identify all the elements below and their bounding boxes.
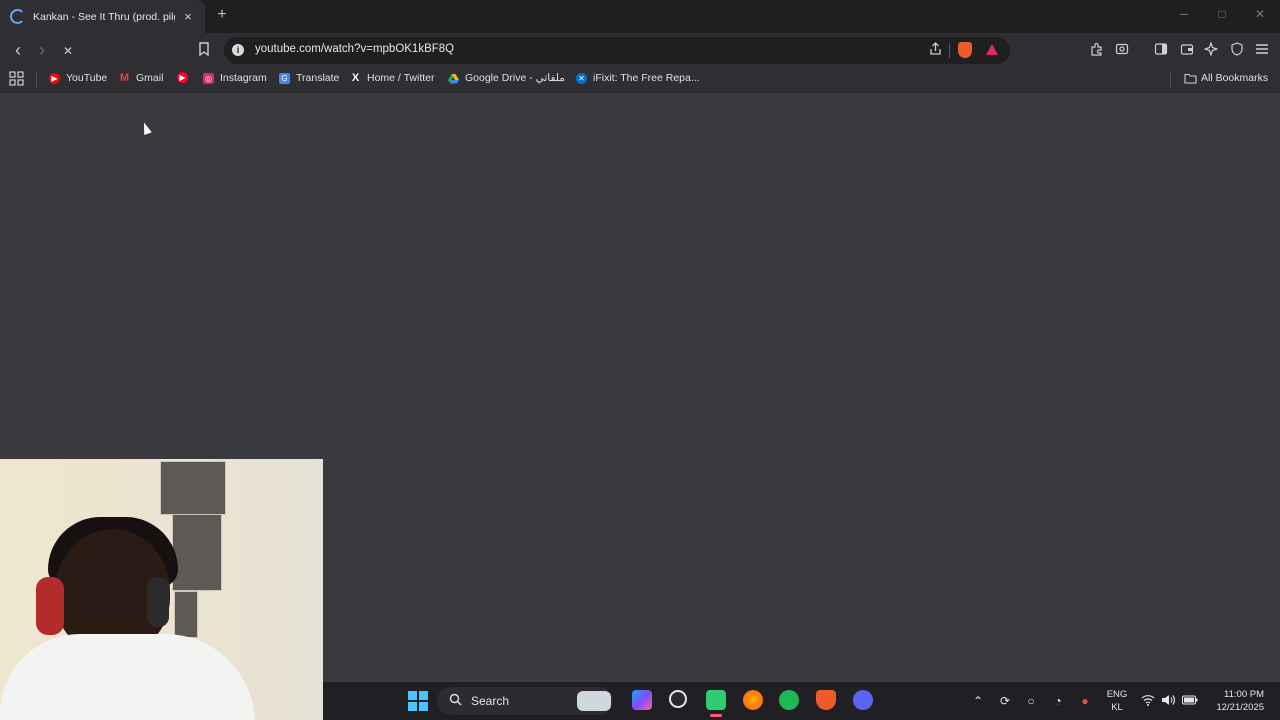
bookmark-label: Instagram (220, 72, 267, 84)
maximize-button[interactable]: □ (1212, 7, 1232, 21)
new-tab-button[interactable]: + (214, 6, 230, 24)
apps-grid-icon[interactable] (9, 71, 24, 86)
search-icon (449, 693, 462, 709)
bookmark-label: YouTube (66, 72, 108, 84)
screenshot-icon[interactable] (1113, 42, 1131, 60)
microphone-icon[interactable]: ● (1077, 694, 1093, 708)
bookmark-twitter[interactable]: X Home / Twitter (350, 72, 435, 84)
windows-start-icon[interactable] (408, 691, 428, 711)
extensions-icon[interactable] (1088, 42, 1106, 60)
bookmark-label: iFixit: The Free Repa... (593, 72, 700, 84)
tab-active[interactable]: Kankan - See It Thru (prod. pilgri × (0, 0, 205, 33)
active-app-icon[interactable] (706, 690, 726, 710)
vpn-icon[interactable] (1228, 42, 1246, 60)
window-close-button[interactable]: ✕ (1250, 7, 1270, 21)
tab-title: Kankan - See It Thru (prod. pilgri (33, 10, 175, 23)
bookmark-icon[interactable] (195, 42, 213, 60)
discord-icon[interactable] (853, 690, 873, 710)
bookmark-youtube-music[interactable]: ▶ (177, 72, 194, 83)
sync-icon[interactable]: ⟳ (997, 694, 1013, 708)
stop-loading-button[interactable]: ✕ (59, 42, 77, 60)
minimize-button[interactable]: ─ (1174, 7, 1194, 21)
wifi-icon[interactable] (1140, 694, 1156, 709)
bookmark-label: Translate (296, 72, 340, 84)
brave-icon[interactable] (816, 690, 836, 710)
clock-time: 11:00 PM (1224, 689, 1264, 700)
omnibox-divider (949, 43, 950, 58)
back-button[interactable]: ‹ (9, 41, 27, 60)
obs-icon[interactable] (669, 690, 687, 708)
clock-date: 12/21/2025 (1216, 702, 1264, 713)
share-icon[interactable] (926, 42, 944, 58)
brave-shields-icon[interactable] (958, 42, 972, 58)
all-bookmarks-label: All Bookmarks (1201, 72, 1269, 84)
active-indicator (710, 714, 722, 717)
steam-icon[interactable]: ◔ (1050, 694, 1066, 708)
brave-rewards-icon[interactable] (986, 44, 998, 55)
url-text[interactable]: youtube.com/watch?v=mpbOK1kBF8Q (255, 43, 454, 55)
google-drive-icon (448, 73, 459, 84)
system-clock[interactable]: 11:00 PM 12/21/2025 (1206, 688, 1264, 714)
x-icon: X (351, 71, 360, 84)
gmail-icon: M (119, 71, 130, 84)
youtube-icon: ▶ (49, 72, 60, 84)
wall-photo (172, 514, 222, 591)
youtube-music-icon: ▶ (177, 72, 188, 83)
all-bookmarks-button[interactable]: All Bookmarks (1184, 72, 1268, 84)
bookmark-youtube[interactable]: ▶ YouTube (49, 72, 107, 84)
translate-icon: G (279, 72, 290, 84)
wall-photo (174, 591, 198, 638)
tray-app-icon[interactable]: ○ (1023, 694, 1039, 708)
bookmarks-divider (36, 73, 37, 87)
site-info-icon[interactable]: i (232, 44, 244, 56)
bookmark-google-drive[interactable]: Google Drive - ملفاتي (448, 72, 565, 84)
tab-strip: Kankan - See It Thru (prod. pilgri × + ─… (0, 0, 1280, 33)
keyboard-layout: KL (1111, 702, 1123, 713)
bookmark-ifixit[interactable]: ✕ iFixit: The Free Repa... (576, 72, 700, 84)
language-indicator[interactable]: ENG KL (1103, 688, 1131, 714)
sidebar-icon[interactable] (1152, 42, 1170, 60)
person-shirt (0, 634, 255, 720)
wall-photo (160, 461, 226, 515)
spotify-icon[interactable] (779, 690, 799, 710)
address-bar[interactable]: i youtube.com/watch?v=mpbOK1kBF8Q (224, 37, 1010, 64)
firefox-icon[interactable] (743, 690, 763, 710)
headset-earcup (147, 577, 169, 627)
search-label: Search (471, 694, 510, 708)
bookmark-gmail[interactable]: M Gmail (119, 72, 163, 84)
search-highlight-image (577, 691, 611, 711)
menu-icon[interactable] (1253, 42, 1271, 60)
browser-toolbar: ‹ › ✕ i youtube.com/watch?v=mpbOK1kBF8Q (0, 33, 1280, 68)
wallet-icon[interactable] (1178, 42, 1196, 60)
volume-icon[interactable] (1160, 694, 1176, 709)
copilot-icon[interactable] (632, 690, 652, 710)
bookmarks-bar: ▶ YouTube M Gmail ▶ ◎ Instagram G Transl… (0, 68, 1280, 93)
tray-overflow-icon[interactable]: ⌃ (970, 694, 986, 708)
forward-button[interactable]: › (33, 41, 51, 60)
loading-spinner-icon (10, 9, 25, 24)
battery-icon[interactable] (1182, 694, 1198, 708)
language-code: ENG (1106, 689, 1128, 700)
bookmarks-divider (1170, 73, 1171, 87)
bookmark-label: Home / Twitter (367, 72, 435, 84)
folder-icon (1184, 73, 1197, 84)
tab-close-icon[interactable]: × (181, 9, 195, 24)
bookmark-instagram[interactable]: ◎ Instagram (203, 72, 267, 84)
instagram-icon: ◎ (203, 72, 214, 84)
taskbar-search[interactable]: Search (437, 687, 613, 715)
bookmark-label: Google Drive - ملفاتي (465, 72, 565, 84)
webcam-overlay (0, 459, 323, 720)
ifixit-icon: ✕ (576, 72, 587, 84)
leo-ai-icon[interactable] (1202, 41, 1220, 60)
bookmark-translate[interactable]: G Translate (279, 72, 339, 84)
headset-icon (36, 577, 64, 635)
bookmark-label: Gmail (136, 72, 164, 84)
